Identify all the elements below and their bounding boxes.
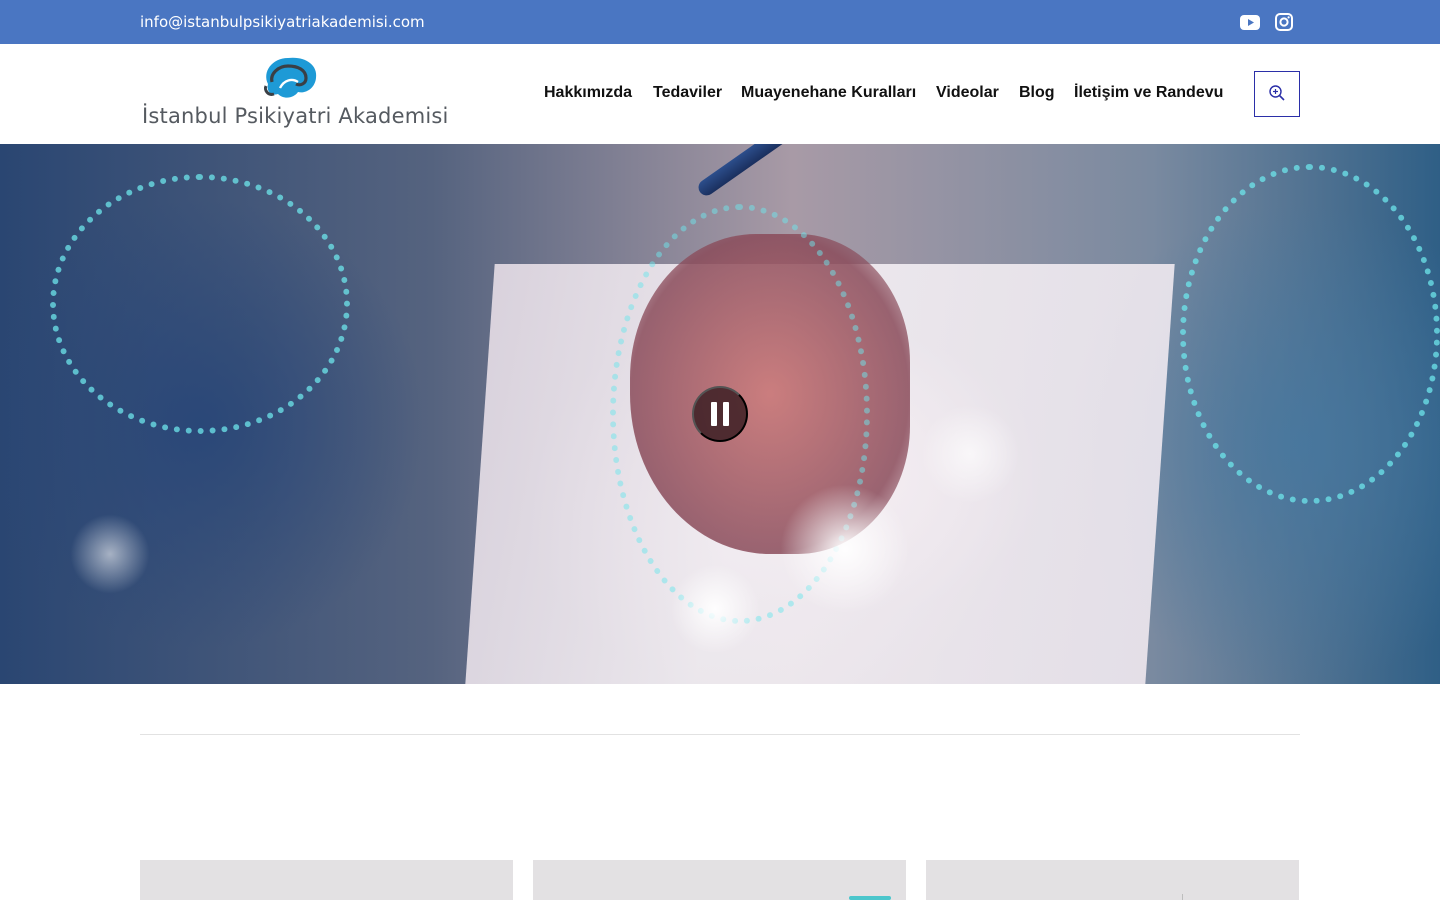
nav-item-blog[interactable]: Blog bbox=[1019, 84, 1055, 102]
pause-icon bbox=[723, 402, 729, 426]
nav-item-videolar[interactable]: Videolar bbox=[936, 84, 999, 102]
card-divider-line bbox=[1182, 894, 1183, 900]
content-card[interactable] bbox=[533, 860, 906, 900]
instagram-icon[interactable] bbox=[1274, 12, 1294, 32]
content-card[interactable] bbox=[926, 860, 1299, 900]
section-divider bbox=[140, 734, 1300, 735]
content-card[interactable] bbox=[140, 860, 513, 900]
hero-video[interactable] bbox=[0, 144, 1440, 684]
card-accent bbox=[849, 896, 891, 900]
search-icon bbox=[1268, 84, 1286, 105]
hero-glow-ring bbox=[50, 174, 350, 434]
email-link[interactable]: info@istanbulpsikiyatriakademisi.com bbox=[140, 0, 425, 44]
site-header: İstanbul Psikiyatri Akademisi Hakkımızda… bbox=[0, 44, 1440, 144]
brain-logo-icon bbox=[258, 54, 322, 100]
hero-glow-ring bbox=[1180, 164, 1440, 504]
hero-light-flare bbox=[780, 484, 910, 614]
hero-pen-shape bbox=[695, 144, 967, 199]
nav-item-tedaviler[interactable]: Tedaviler bbox=[653, 84, 722, 102]
nav-item-muayenehane-kurallari[interactable]: Muayenehane Kuralları bbox=[741, 84, 916, 102]
hero-light-flare bbox=[70, 514, 150, 594]
site-logo[interactable]: İstanbul Psikiyatri Akademisi bbox=[140, 52, 448, 136]
youtube-icon[interactable] bbox=[1240, 12, 1260, 32]
pause-icon bbox=[711, 402, 717, 426]
hero-light-flare bbox=[670, 564, 760, 654]
top-bar: info@istanbulpsikiyatriakademisi.com bbox=[0, 0, 1440, 44]
logo-text: İstanbul Psikiyatri Akademisi bbox=[142, 104, 449, 128]
nav-item-hakkimizda[interactable]: Hakkımızda bbox=[544, 84, 632, 102]
nav-item-iletisim-ve-randevu[interactable]: İletişim ve Randevu bbox=[1074, 84, 1223, 102]
search-button[interactable] bbox=[1254, 71, 1300, 117]
video-pause-button[interactable] bbox=[692, 386, 748, 442]
hero-light-flare bbox=[920, 404, 1020, 504]
